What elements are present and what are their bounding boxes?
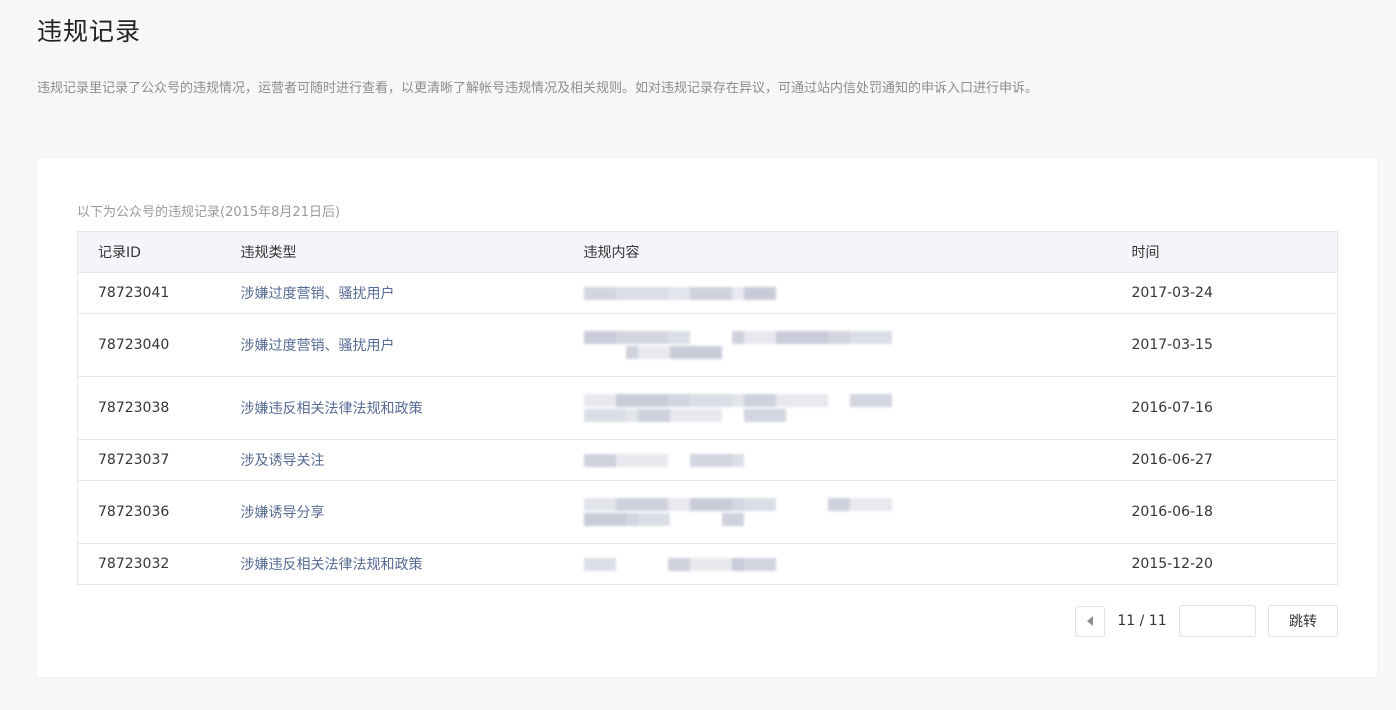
record-time-cell: 2017-03-15 (1131, 313, 1338, 377)
table-row: 78723032 涉嫌违反相关法律法规和政策 2015-12-20 (77, 543, 1338, 585)
table-caption: 以下为公众号的违规记录(2015年8月21日后) (77, 205, 341, 220)
redacted-content (583, 453, 1132, 467)
violation-content-cell (583, 543, 1132, 585)
triangle-left-icon (1087, 616, 1093, 626)
record-time-cell: 2016-07-16 (1131, 376, 1338, 440)
record-time-cell: 2016-06-18 (1131, 480, 1338, 544)
redacted-content (583, 498, 1132, 527)
violation-type-link[interactable]: 涉嫌过度营销、骚扰用户 (240, 272, 584, 314)
violation-table: 记录ID 违规类型 违规内容 时间 78723041 涉嫌过度营销、骚扰用户 201… (77, 231, 1338, 585)
table-row: 78723040 涉嫌过度营销、骚扰用户 2017-03-15 (77, 313, 1338, 377)
redacted-content (583, 286, 1132, 300)
violation-records-card: 以下为公众号的违规记录(2015年8月21日后) 记录ID 违规类型 违规内容 … (37, 159, 1377, 677)
violation-content-cell (583, 313, 1132, 377)
redacted-content (583, 557, 1132, 571)
record-id-cell: 78723036 (77, 480, 241, 544)
header-violation-type: 违规类型 (240, 231, 584, 273)
violation-type-link[interactable]: 涉嫌过度营销、骚扰用户 (240, 313, 584, 377)
violation-type-link[interactable]: 涉嫌诱导分享 (240, 480, 584, 544)
violation-content-cell (583, 480, 1132, 544)
violation-type-link[interactable]: 涉及诱导关注 (240, 439, 584, 481)
record-time-cell: 2017-03-24 (1131, 272, 1338, 314)
pagination: 11 / 11 跳转 (1075, 605, 1338, 637)
page-indicator: 11 / 11 (1117, 613, 1167, 629)
header-time: 时间 (1131, 231, 1338, 273)
record-id-cell: 78723041 (77, 272, 241, 314)
page-description: 违规记录里记录了公众号的违规情况，运营者可随时进行查看，以更清晰了解帐号违规情况… (37, 81, 1039, 96)
violation-content-cell (583, 439, 1132, 481)
table-header-row: 记录ID 违规类型 违规内容 时间 (77, 231, 1338, 273)
record-id-cell: 78723037 (77, 439, 241, 481)
record-id-cell: 78723032 (77, 543, 241, 585)
record-id-cell: 78723040 (77, 313, 241, 377)
table-row: 78723036 涉嫌诱导分享 2016-06-18 (77, 480, 1338, 544)
header-record-id: 记录ID (77, 231, 241, 273)
redacted-content (583, 331, 1132, 360)
jump-button[interactable]: 跳转 (1268, 605, 1338, 637)
jump-page-input[interactable] (1179, 605, 1256, 637)
record-time-cell: 2015-12-20 (1131, 543, 1338, 585)
redacted-content (583, 394, 1132, 423)
table-row: 78723041 涉嫌过度营销、骚扰用户 2017-03-24 (77, 272, 1338, 314)
table-row: 78723037 涉及诱导关注 2016-06-27 (77, 439, 1338, 481)
violation-content-cell (583, 376, 1132, 440)
violation-type-link[interactable]: 涉嫌违反相关法律法规和政策 (240, 376, 584, 440)
violation-type-link[interactable]: 涉嫌违反相关法律法规和政策 (240, 543, 584, 585)
table-row: 78723038 涉嫌违反相关法律法规和政策 2016-07-16 (77, 376, 1338, 440)
page-title: 违规记录 (37, 17, 142, 46)
header-violation-content: 违规内容 (583, 231, 1132, 273)
prev-page-button[interactable] (1075, 605, 1105, 637)
violation-content-cell (583, 272, 1132, 314)
record-time-cell: 2016-06-27 (1131, 439, 1338, 481)
record-id-cell: 78723038 (77, 376, 241, 440)
